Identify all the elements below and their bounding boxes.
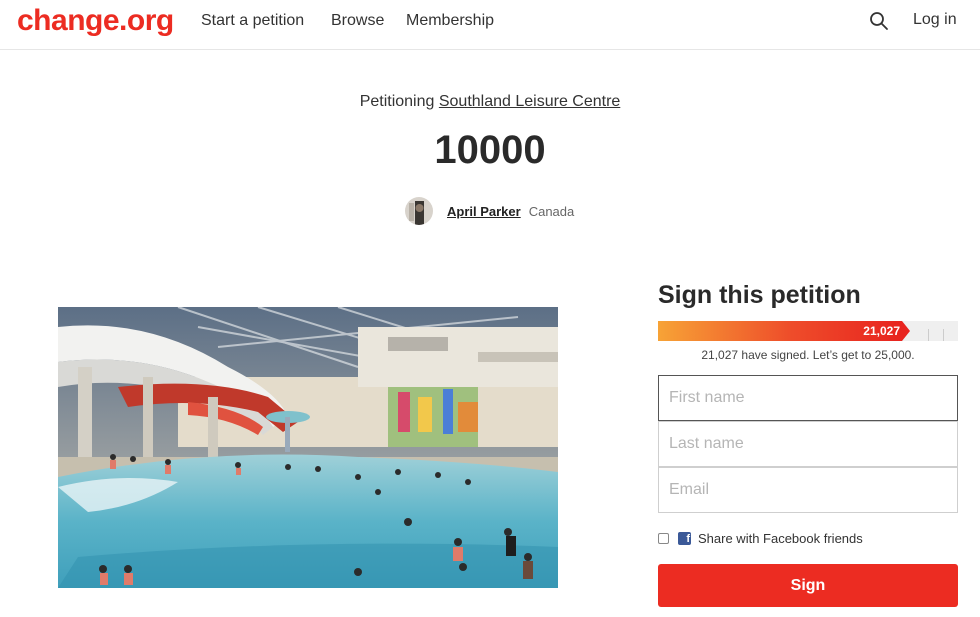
avatar[interactable] <box>405 197 433 225</box>
progress-tick <box>928 329 929 341</box>
petitioning-prefix: Petitioning <box>359 93 435 110</box>
nav-membership[interactable]: Membership <box>406 12 494 30</box>
nav-browse[interactable]: Browse <box>331 12 384 30</box>
sign-button[interactable]: Sign <box>658 564 958 607</box>
author-country: Canada <box>528 203 575 219</box>
petition-title: 10000 <box>434 128 546 172</box>
petition-photo <box>58 307 558 588</box>
nav-start-petition[interactable]: Start a petition <box>201 12 304 30</box>
petition-target-link[interactable]: Southland Leisure Centre <box>439 93 620 110</box>
signature-progress-bar: 21,027 <box>658 321 958 341</box>
change-org-logo[interactable]: change.org <box>17 4 174 38</box>
search-icon[interactable] <box>869 11 889 31</box>
first-name-field[interactable] <box>658 375 958 421</box>
progress-arrow <box>902 321 910 341</box>
petitioning-line: Petitioning Southland Leisure Centre <box>0 93 980 111</box>
email-field[interactable] <box>658 467 958 513</box>
facebook-icon: f <box>678 531 691 545</box>
top-nav-bar: change.org Start a petition Browse Membe… <box>0 0 980 50</box>
sign-petition-heading: Sign this petition <box>658 281 861 309</box>
progress-count: 21,027 <box>863 324 900 338</box>
author-link[interactable]: April Parker <box>447 204 521 219</box>
facebook-share-option[interactable]: f Share with Facebook friends <box>658 530 863 546</box>
progress-tick <box>943 329 944 341</box>
facebook-share-label: Share with Facebook friends <box>698 530 863 546</box>
login-link[interactable]: Log in <box>913 11 957 29</box>
signed-count-text: 21,027 have signed. Let’s get to 25,000. <box>701 348 915 362</box>
facebook-share-checkbox[interactable] <box>658 532 669 544</box>
author-row: April Parker Canada <box>405 196 574 226</box>
last-name-field[interactable] <box>658 421 958 467</box>
